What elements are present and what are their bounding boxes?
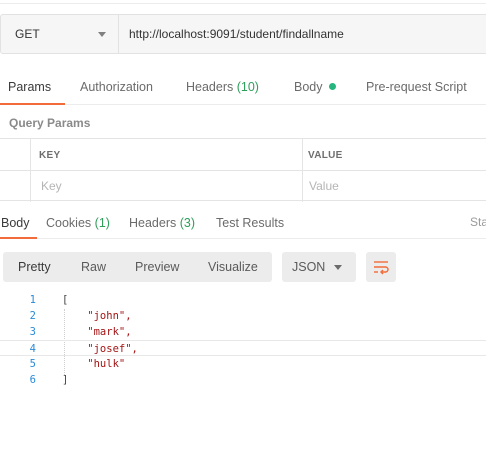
tab-response-headers-count: (3) bbox=[179, 216, 196, 230]
column-divider bbox=[302, 139, 303, 202]
active-tab-underline bbox=[0, 237, 37, 239]
query-params-table: KEY VALUE Key Value bbox=[0, 138, 486, 202]
chevron-down-icon bbox=[98, 32, 106, 37]
format-select[interactable]: JSON bbox=[282, 252, 356, 282]
line-content: "mark", bbox=[62, 326, 132, 338]
visualize-button[interactable]: Visualize bbox=[208, 260, 258, 274]
line-number: 3 bbox=[29, 326, 36, 338]
line-content: [ bbox=[62, 294, 69, 306]
code-line: 2 "john", bbox=[0, 308, 486, 324]
query-params-title: Query Params bbox=[9, 116, 91, 130]
key-input[interactable]: Key bbox=[41, 179, 62, 193]
line-content: "john", bbox=[62, 310, 132, 322]
tab-params[interactable]: Params bbox=[8, 80, 51, 94]
response-view-mode-group: Pretty Raw Preview Visualize bbox=[3, 252, 272, 282]
value-input[interactable]: Value bbox=[309, 179, 339, 193]
line-number: 5 bbox=[29, 358, 36, 370]
line-content: ] bbox=[62, 374, 69, 386]
request-bar: GET http://localhost:9091/student/findal… bbox=[0, 14, 486, 54]
line-content: "hulk" bbox=[62, 358, 126, 370]
line-content: "josef", bbox=[62, 343, 138, 355]
response-tabs: Body Cookies (1) Headers (3) Test Result… bbox=[0, 209, 486, 239]
tab-cookies-count: (1) bbox=[94, 216, 110, 230]
status-label: Sta bbox=[470, 215, 486, 229]
tab-body[interactable]: Body bbox=[294, 80, 336, 94]
code-line-current: 4 "josef", bbox=[0, 340, 486, 356]
code-line: 6 ] bbox=[0, 372, 486, 388]
chevron-down-icon bbox=[334, 265, 342, 270]
tab-response-headers[interactable]: Headers (3) bbox=[129, 216, 195, 230]
tab-cookies[interactable]: Cookies (1) bbox=[46, 216, 110, 230]
tab-headers-count: (10) bbox=[236, 80, 259, 94]
top-divider bbox=[0, 0, 486, 4]
query-params-header-row bbox=[0, 139, 486, 171]
tab-prerequest-script[interactable]: Pre-request Script bbox=[366, 80, 467, 94]
raw-button[interactable]: Raw bbox=[81, 260, 106, 274]
tab-response-body[interactable]: Body bbox=[1, 216, 30, 230]
method-select[interactable]: GET bbox=[0, 14, 119, 54]
url-input[interactable]: http://localhost:9091/student/findallnam… bbox=[119, 14, 486, 54]
line-number: 4 bbox=[29, 343, 36, 355]
column-divider bbox=[30, 139, 31, 202]
line-number: 6 bbox=[29, 374, 36, 386]
line-number: 2 bbox=[29, 310, 36, 322]
tab-body-label: Body bbox=[294, 80, 323, 94]
format-label: JSON bbox=[292, 260, 326, 274]
tab-response-headers-label: Headers bbox=[129, 216, 177, 230]
method-label: GET bbox=[15, 27, 40, 41]
tab-cookies-label: Cookies bbox=[46, 216, 92, 230]
url-text: http://localhost:9091/student/findallnam… bbox=[129, 27, 344, 41]
code-line: 5 "hulk" bbox=[0, 356, 486, 372]
wrap-lines-button[interactable] bbox=[366, 252, 396, 282]
tab-headers-label: Headers bbox=[186, 80, 234, 94]
active-tab-underline bbox=[0, 103, 65, 105]
preview-button[interactable]: Preview bbox=[135, 260, 179, 274]
tab-authorization[interactable]: Authorization bbox=[80, 80, 153, 94]
pretty-button[interactable]: Pretty bbox=[18, 260, 51, 274]
tab-test-results[interactable]: Test Results bbox=[216, 216, 284, 230]
wrap-lines-icon bbox=[374, 261, 389, 275]
response-body-editor[interactable]: 1 [ 2 "john", 3 "mark", 4 "josef", 5 "hu… bbox=[0, 292, 486, 388]
body-indicator-dot bbox=[328, 83, 336, 90]
key-column-header: KEY bbox=[39, 150, 61, 161]
tab-headers[interactable]: Headers (10) bbox=[186, 80, 259, 94]
code-line: 1 [ bbox=[0, 292, 486, 308]
line-number: 1 bbox=[29, 294, 36, 306]
value-column-header: VALUE bbox=[308, 150, 343, 161]
request-tabs: Params Authorization Headers (10) Body P… bbox=[0, 73, 486, 105]
code-line: 3 "mark", bbox=[0, 324, 486, 340]
